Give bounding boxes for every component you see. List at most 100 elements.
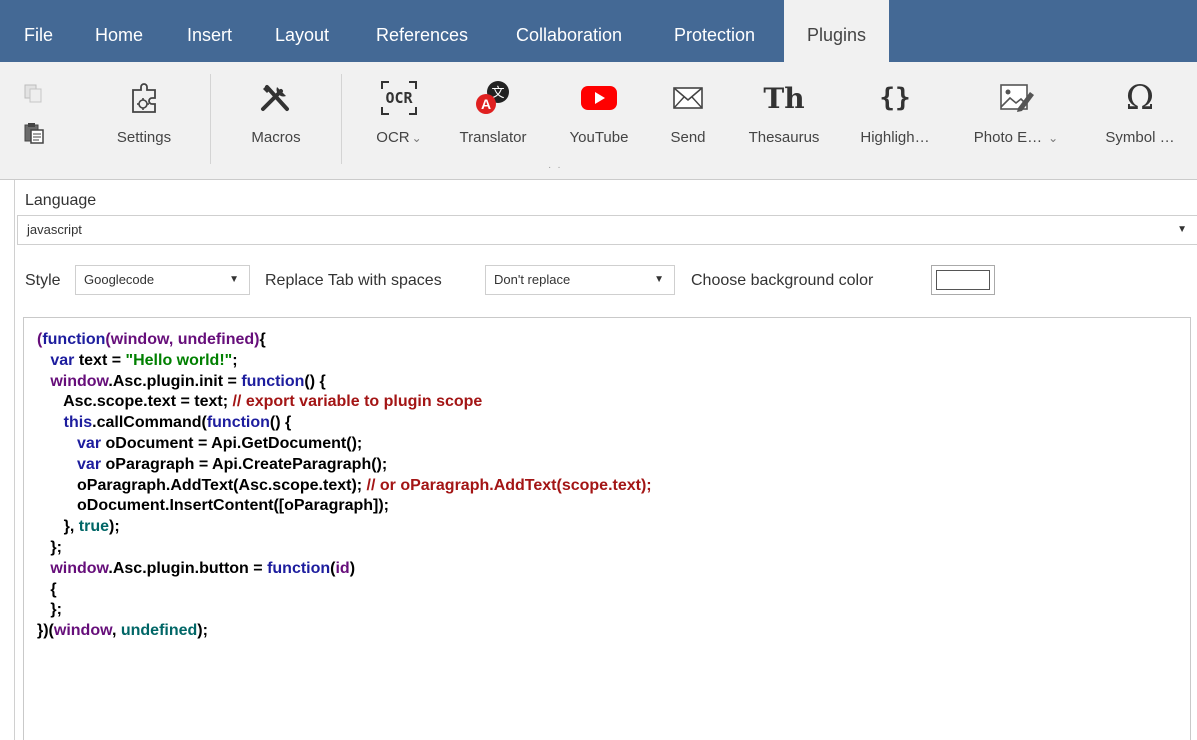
code-line: window.Asc.plugin.init = function() { bbox=[37, 372, 1190, 393]
code-token: function bbox=[241, 372, 305, 390]
code-line: })(window, undefined); bbox=[37, 621, 1190, 642]
style-value: Googlecode bbox=[84, 272, 155, 287]
code-token: () { bbox=[304, 372, 326, 390]
code-line: oDocument.InsertContent([oParagraph]); bbox=[37, 496, 1190, 517]
svg-text:A: A bbox=[481, 96, 491, 112]
code-token: "Hello world!" bbox=[125, 351, 233, 369]
code-line: Asc.scope.text = text; // export variabl… bbox=[37, 392, 1190, 413]
code-token: window bbox=[53, 622, 112, 640]
code-token: .callCommand( bbox=[92, 414, 207, 432]
language-select[interactable]: javascript ▼ bbox=[17, 215, 1197, 245]
style-options-row: Style Googlecode ▼ Replace Tab with spac… bbox=[25, 265, 1195, 297]
tab-home[interactable]: Home bbox=[95, 0, 143, 62]
youtube-button[interactable]: YouTube bbox=[553, 62, 645, 180]
bg-color-label: Choose background color bbox=[691, 272, 874, 289]
settings-button[interactable]: Settings bbox=[98, 62, 190, 180]
envelope-icon bbox=[654, 78, 722, 118]
tab-insert[interactable]: Insert bbox=[187, 0, 232, 62]
code-token: oParagraph = Api.CreateParagraph(); bbox=[101, 455, 388, 473]
code-line: window.Asc.plugin.button = function(id) bbox=[37, 559, 1190, 580]
thesaurus-button[interactable]: Th Thesaurus bbox=[733, 62, 835, 180]
style-label: Style bbox=[25, 272, 61, 289]
bg-color-picker[interactable] bbox=[931, 265, 995, 295]
code-line: }; bbox=[37, 600, 1190, 621]
code-token: oParagraph.AddText(Asc.scope.text); bbox=[37, 476, 367, 494]
code-editor[interactable]: (function(window, undefined){ var text =… bbox=[23, 317, 1191, 740]
settings-label: Settings bbox=[116, 129, 172, 146]
code-token: { bbox=[259, 331, 266, 348]
translator-button[interactable]: 文A Translator bbox=[444, 62, 542, 180]
replace-tab-select[interactable]: Don't replace ▼ bbox=[485, 265, 675, 295]
tab-layout[interactable]: Layout bbox=[275, 0, 329, 62]
highlight-code-label: Highligh… bbox=[860, 129, 930, 146]
code-token: this bbox=[63, 414, 93, 432]
ocr-label: OCR bbox=[376, 129, 410, 146]
code-token: // export variable to plugin scope bbox=[232, 393, 483, 411]
code-token: function bbox=[206, 414, 270, 432]
code-token: text = bbox=[74, 351, 126, 369]
code-token: () { bbox=[269, 414, 292, 432]
tab-protection[interactable]: Protection bbox=[674, 0, 755, 62]
bg-color-swatch bbox=[936, 270, 990, 290]
code-token: })( bbox=[37, 622, 54, 640]
code-token: var bbox=[77, 455, 102, 473]
code-line: var text = "Hello world!"; bbox=[37, 351, 1190, 372]
send-label: Send bbox=[670, 129, 706, 146]
send-button[interactable]: Send bbox=[654, 62, 722, 180]
symbol-table-label: Symbol … bbox=[1105, 129, 1175, 146]
code-line: var oDocument = Api.GetDocument(); bbox=[37, 434, 1190, 455]
code-line: }; bbox=[37, 538, 1190, 559]
code-line: { bbox=[37, 580, 1190, 601]
chevron-down-icon: ⌄ bbox=[411, 131, 422, 145]
code-token: }; bbox=[37, 601, 62, 619]
omega-symbol-icon: Ω bbox=[1125, 78, 1155, 118]
code-token: .Asc.plugin.init = bbox=[108, 372, 242, 390]
ribbon-scroll-indicator[interactable]: ·· bbox=[548, 162, 567, 173]
code-token: .Asc.plugin.button = bbox=[108, 559, 268, 577]
style-select[interactable]: Googlecode ▼ bbox=[75, 265, 250, 295]
ocr-button[interactable]: OCR OCR ⌄ bbox=[355, 62, 443, 180]
code-token: }, bbox=[37, 518, 79, 536]
macros-button[interactable]: Macros bbox=[226, 62, 326, 180]
tab-plugins[interactable]: Plugins bbox=[784, 0, 889, 62]
code-token: function bbox=[42, 331, 106, 348]
thesaurus-icon: Th bbox=[763, 81, 805, 115]
macros-label: Macros bbox=[251, 129, 301, 146]
code-token: undefined bbox=[120, 622, 198, 640]
symbol-table-button[interactable]: Ω Symbol … bbox=[1090, 62, 1190, 180]
code-token: function bbox=[267, 559, 331, 577]
code-token: ); bbox=[197, 622, 208, 640]
replace-tab-label: Replace Tab with spaces bbox=[265, 272, 442, 289]
code-token: ); bbox=[109, 518, 120, 536]
ocr-icon: OCR bbox=[355, 78, 443, 118]
paste-icon[interactable] bbox=[22, 121, 46, 145]
code-token: (window, undefined) bbox=[105, 331, 260, 348]
youtube-label: YouTube bbox=[569, 129, 629, 146]
dropdown-arrow-icon: ▼ bbox=[229, 274, 239, 285]
highlight-code-panel: Language javascript ▼ Style Googlecode ▼… bbox=[14, 180, 1197, 740]
tab-collaboration[interactable]: Collaboration bbox=[516, 0, 622, 62]
copy-icon[interactable] bbox=[22, 82, 46, 106]
dropdown-arrow-icon: ▼ bbox=[1177, 224, 1187, 235]
code-line: this.callCommand(function() { bbox=[37, 413, 1190, 434]
code-token: oDocument.InsertContent([oParagraph]); bbox=[37, 497, 390, 515]
settings-puzzle-icon bbox=[98, 78, 190, 118]
code-token: ; bbox=[232, 351, 238, 369]
tab-references[interactable]: References bbox=[376, 0, 468, 62]
translator-icon: 文A bbox=[444, 78, 542, 118]
youtube-icon bbox=[553, 78, 645, 118]
translator-label: Translator bbox=[459, 129, 527, 146]
menu-bar: File Home Insert Layout References Colla… bbox=[0, 0, 1197, 62]
code-token: , bbox=[111, 622, 121, 640]
plugins-ribbon: Settings Macros OCR OCR⌄ 文A Translator bbox=[0, 62, 1197, 180]
code-token: id bbox=[335, 559, 350, 577]
highlight-code-button[interactable]: {} Highligh… bbox=[846, 62, 944, 180]
macros-tools-icon bbox=[226, 78, 326, 118]
photo-editor-button[interactable]: Photo E… ⌄ bbox=[963, 62, 1069, 180]
code-token: { bbox=[37, 580, 57, 598]
tab-file[interactable]: File bbox=[24, 0, 53, 62]
